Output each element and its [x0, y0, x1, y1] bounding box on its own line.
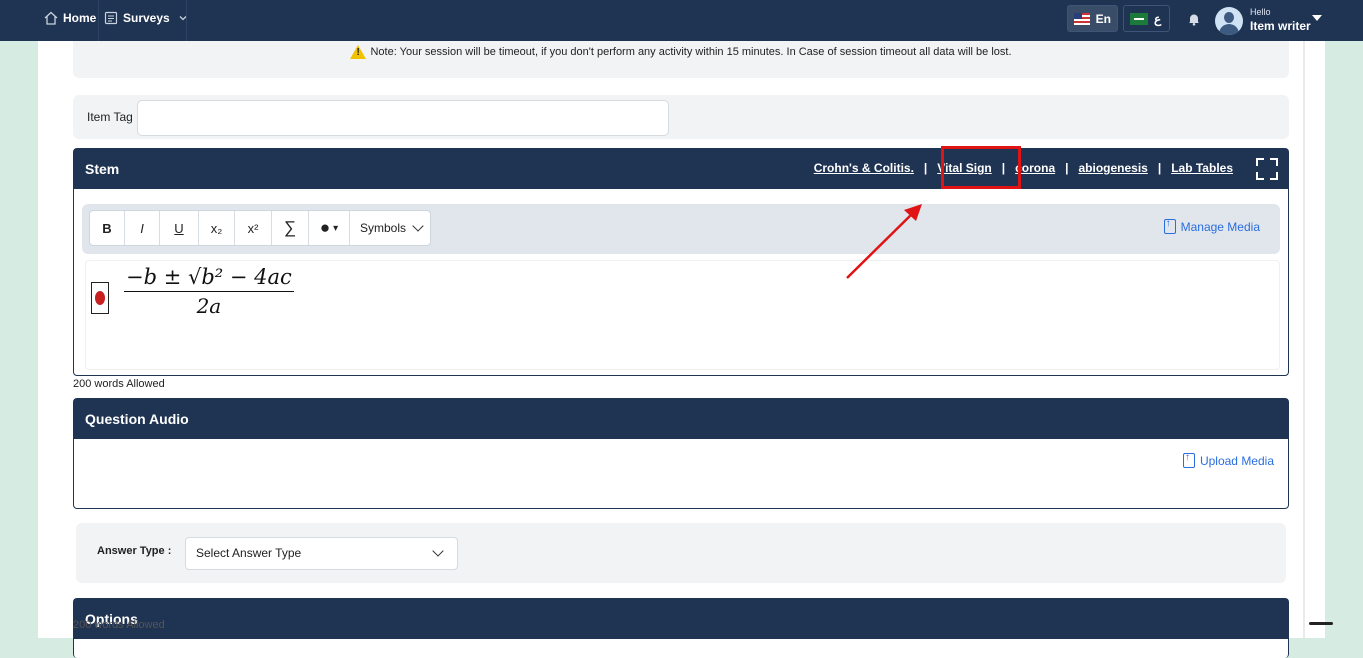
chevron-down-icon — [432, 545, 444, 557]
text-color-button[interactable]: ● ▾ — [309, 211, 350, 245]
nav-home-label: Home — [63, 11, 97, 25]
options-header: Options — [74, 599, 1288, 639]
item-tag-label: Item Tag — [87, 110, 133, 124]
lang-en-label: En — [1095, 11, 1111, 26]
upload-file-icon — [1182, 452, 1195, 468]
top-navbar: Home Surveys En ع Hello Item writer — [0, 0, 1363, 41]
scroll-track — [1303, 41, 1305, 638]
session-note-banner: Note: Your session will be timeout, if y… — [73, 41, 1289, 78]
link-abiogenesis[interactable]: abiogenesis — [1078, 161, 1147, 175]
answer-type-section: Answer Type : Select Answer Type — [76, 523, 1286, 583]
session-note-text: Note: Your session will be timeout, if y… — [370, 45, 1012, 58]
editor-toolbar-row: B I U x₂ x² ∑ ● ▾ Symbols Manage Media — [82, 204, 1280, 254]
upload-media-button[interactable]: Upload Media — [1182, 452, 1274, 468]
warning-icon — [350, 45, 367, 59]
chevron-down-icon — [412, 220, 424, 232]
lang-ar-label: ع — [1154, 11, 1162, 26]
bell-icon[interactable] — [1187, 12, 1201, 26]
stem-panel: Stem Crohn's & Colitis. | Vital Sign | c… — [73, 148, 1289, 376]
fullscreen-icon[interactable] — [1256, 158, 1278, 180]
user-menu-caret-icon[interactable] — [1312, 15, 1322, 21]
color-caret-icon: ▾ — [333, 222, 339, 234]
greeting-label: Hello — [1250, 7, 1271, 17]
editor-toolbar: B I U x₂ x² ∑ ● ▾ Symbols — [89, 210, 431, 246]
nav-surveys[interactable]: Surveys — [104, 11, 188, 25]
formula-denominator: 2a — [196, 294, 222, 318]
manage-media-button[interactable]: Manage Media — [1163, 218, 1260, 234]
answer-type-value: Select Answer Type — [196, 546, 302, 560]
answer-type-select[interactable]: Select Answer Type — [185, 537, 458, 570]
language-english-button[interactable]: En — [1067, 5, 1118, 32]
scrollbar-thumb[interactable] — [1309, 622, 1333, 625]
link-corona[interactable]: corona — [1015, 161, 1055, 175]
item-tag-section: Item Tag — [73, 95, 1289, 139]
upload-media-label: Upload Media — [1199, 453, 1274, 468]
nav-surveys-label: Surveys — [123, 11, 170, 25]
link-crohns-colitis[interactable]: Crohn's & Colitis. — [814, 161, 914, 175]
stem-title: Stem — [85, 161, 120, 177]
symbols-select[interactable]: Symbols — [350, 211, 430, 245]
question-audio-header: Question Audio — [74, 399, 1288, 439]
language-arabic-button[interactable]: ع — [1123, 5, 1170, 32]
link-lab-tables[interactable]: Lab Tables — [1171, 161, 1233, 175]
vital-sign-highlight-box — [941, 146, 1021, 189]
item-tag-input[interactable] — [137, 100, 669, 136]
symbols-label: Symbols — [360, 221, 407, 235]
superscript-button[interactable]: x² — [235, 211, 272, 245]
quadratic-formula: −b ± √b² − 4ac 2a — [124, 265, 294, 318]
subscript-button[interactable]: x₂ — [199, 211, 235, 245]
upload-file-icon — [1163, 218, 1176, 234]
us-flag-icon — [1074, 12, 1090, 25]
stem-header: Stem Crohn's & Colitis. | Vital Sign | c… — [74, 149, 1288, 189]
media-thumbnail[interactable] — [91, 282, 109, 314]
options-word-limit: 200 words Allowed — [73, 619, 165, 631]
nav-home[interactable]: Home — [44, 11, 96, 25]
question-audio-panel: Question Audio Upload Media — [73, 398, 1289, 509]
bold-button[interactable]: B — [90, 211, 125, 245]
answer-type-label: Answer Type : — [97, 545, 172, 557]
avatar[interactable] — [1215, 7, 1243, 35]
color-swatch-icon: ● — [319, 218, 331, 237]
stem-editor[interactable]: −b ± √b² − 4ac 2a — [85, 260, 1280, 370]
home-icon — [44, 11, 58, 25]
stem-quick-links: Crohn's & Colitis. | Vital Sign | corona… — [813, 161, 1233, 175]
saudi-flag-icon — [1130, 12, 1148, 25]
user-name[interactable]: Item writer — [1250, 19, 1311, 33]
italic-button[interactable]: I — [125, 211, 160, 245]
options-panel: Options — [73, 598, 1289, 658]
manage-media-label: Manage Media — [1180, 219, 1260, 234]
underline-button[interactable]: U — [160, 211, 199, 245]
sigma-button[interactable]: ∑ — [272, 211, 309, 245]
stem-word-limit: 200 words Allowed — [73, 378, 165, 390]
survey-icon — [104, 11, 118, 25]
question-audio-title: Question Audio — [85, 411, 189, 427]
nav-divider — [186, 0, 187, 41]
nav-divider — [98, 0, 99, 41]
formula-numerator: −b ± √b² − 4ac — [124, 265, 294, 292]
